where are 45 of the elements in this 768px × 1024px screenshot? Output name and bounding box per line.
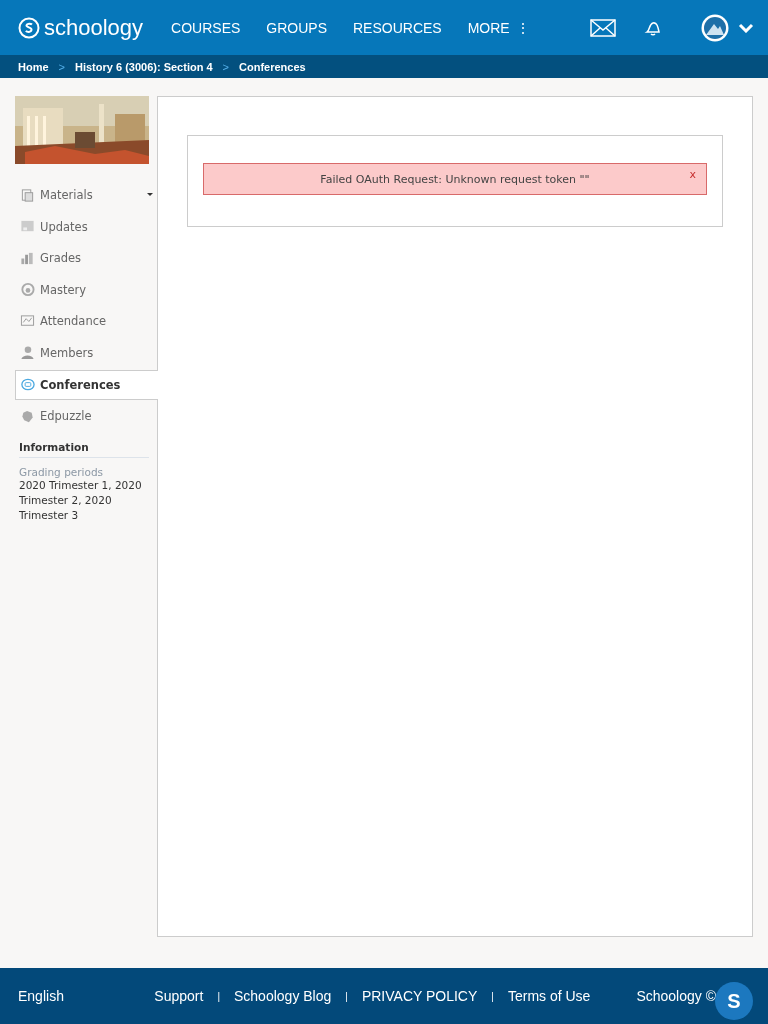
- section-heading: Information: [19, 441, 149, 459]
- breadcrumb-separator: >: [222, 60, 229, 73]
- link-separator: |: [345, 990, 348, 1002]
- copyright-text: Schoology ©: [636, 988, 716, 1004]
- camera-bubble-icon: [20, 377, 35, 393]
- grading-period: 2020 Trimester 1, 2020: [19, 478, 143, 494]
- link-separator: |: [491, 990, 494, 1002]
- logo-icon: [18, 16, 40, 39]
- sidebar-item[interactable]: Grades: [15, 243, 157, 274]
- nav-link[interactable]: RESOURCES: [353, 19, 442, 36]
- sidebar-item[interactable]: Members: [15, 337, 157, 368]
- breadcrumb-link[interactable]: Home: [18, 60, 49, 73]
- bar-chart-icon: [20, 250, 35, 266]
- error-message: Failed OAuth Request: Unknown request token "": [320, 172, 590, 186]
- footer-link[interactable]: Terms of Use: [507, 988, 591, 1004]
- breadcrumb-separator: >: [58, 60, 65, 73]
- sidebar-item[interactable]: Attendance: [15, 306, 157, 337]
- close-button[interactable]: x: [689, 168, 696, 181]
- info-label: Grading periods: [19, 466, 105, 479]
- sidebar-item[interactable]: Materials: [15, 180, 157, 210]
- chevron-down-icon[interactable]: [738, 22, 754, 33]
- sidebar-item[interactable]: Edpuzzle: [15, 401, 157, 432]
- language-link[interactable]: English: [18, 988, 64, 1004]
- sidebar-item[interactable]: Conferences: [15, 369, 158, 400]
- sidebar-item[interactable]: Mastery: [15, 274, 157, 305]
- sidebar-item[interactable]: Updates: [15, 211, 157, 242]
- nav-link[interactable]: MORE ⋮: [467, 19, 530, 36]
- grading-period: Trimester 3: [19, 508, 80, 524]
- breadcrumb-link[interactable]: Conferences: [239, 60, 306, 73]
- avatar-icon[interactable]: [700, 12, 730, 43]
- person-icon: [20, 345, 35, 361]
- grading-period: Trimester 2, 2020: [19, 493, 113, 509]
- breadcrumb-link[interactable]: History 6 (3006): Section 4: [75, 60, 213, 73]
- footer-link[interactable]: PRIVACY POLICY: [361, 988, 478, 1004]
- footer-link[interactable]: Support: [154, 988, 204, 1004]
- link-separator: |: [217, 990, 220, 1002]
- nav-link[interactable]: COURSES: [171, 19, 241, 36]
- chat-button[interactable]: S: [715, 982, 753, 1020]
- target-icon: [20, 282, 35, 298]
- footer-link[interactable]: Schoology Blog: [234, 988, 332, 1004]
- chart-board-icon: [20, 313, 35, 329]
- nav-link[interactable]: GROUPS: [266, 19, 327, 36]
- mail-icon[interactable]: [590, 18, 616, 37]
- logo-text[interactable]: schoology: [44, 14, 144, 41]
- caret-icon[interactable]: [147, 193, 153, 197]
